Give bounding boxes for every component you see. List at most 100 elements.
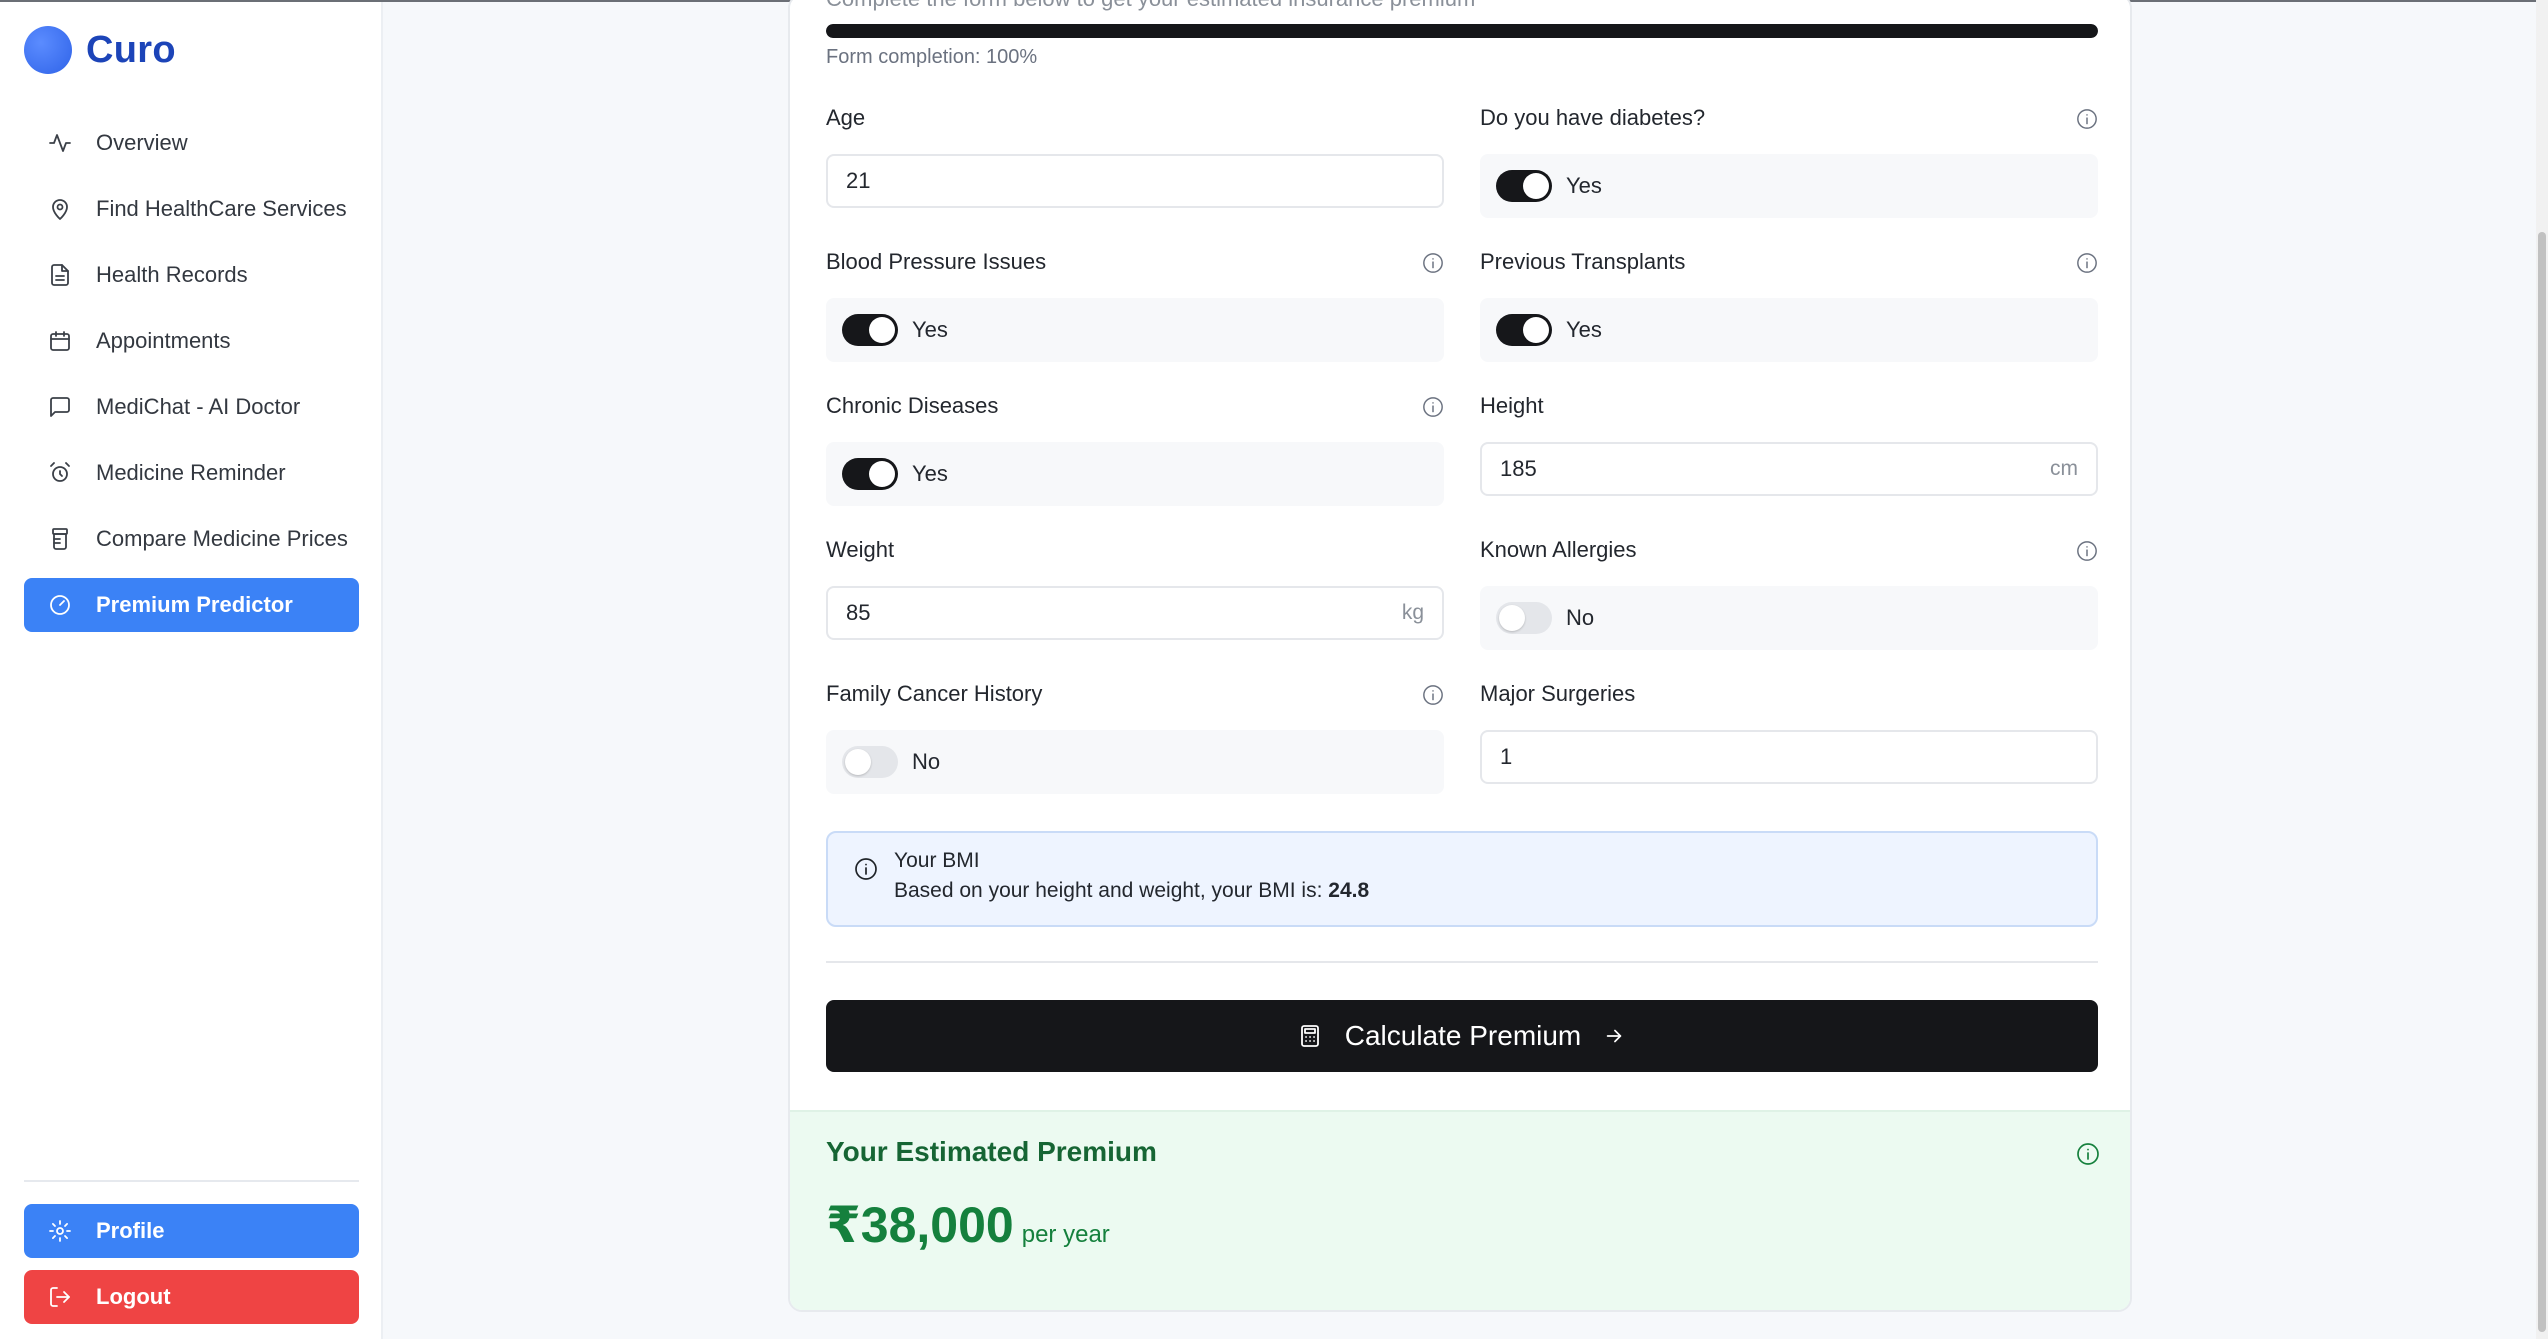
allergies-field: Known Allergies No xyxy=(1480,534,2098,650)
transplants-label: Previous Transplants xyxy=(1480,249,1686,274)
info-icon[interactable] xyxy=(2076,540,2098,562)
premium-period: per year xyxy=(1021,1221,1110,1248)
form-progress-bar xyxy=(826,24,2098,38)
sidebar-item-label: Appointments xyxy=(96,328,231,353)
divider xyxy=(826,961,2098,963)
weight-label: Weight xyxy=(826,537,895,562)
calculator-icon xyxy=(1300,1025,1319,1047)
scrollbar-thumb[interactable] xyxy=(2538,232,2546,1332)
arrow-right-icon xyxy=(1607,1029,1622,1043)
diabetes-field: Do you have diabetes? Yes xyxy=(1480,102,2098,218)
sidebar-item-label: Health Records xyxy=(96,262,248,287)
sidebar-item-medicine-reminder[interactable]: Medicine Reminder xyxy=(24,446,359,500)
bmi-value: 24.8 xyxy=(1328,879,1370,902)
logout-button[interactable]: Logout xyxy=(24,1270,359,1324)
info-icon[interactable] xyxy=(1422,684,1444,706)
info-icon xyxy=(855,858,877,880)
sidebar: Curo Overview Find HealthCare Services H… xyxy=(0,2,383,1339)
sidebar-nav: Overview Find HealthCare Services Health… xyxy=(24,116,359,644)
age-input[interactable]: 21 xyxy=(826,154,1444,208)
allergies-toggle[interactable] xyxy=(1496,602,1552,634)
cancer-history-field: Family Cancer History No xyxy=(826,678,1444,794)
message-square-icon xyxy=(50,397,70,417)
bmi-title: Your BMI xyxy=(894,849,980,872)
allergies-toggle-row: No xyxy=(1480,586,2098,650)
info-icon[interactable] xyxy=(1422,252,1444,274)
height-label: Height xyxy=(1480,393,1544,418)
scrollbar[interactable] xyxy=(2536,0,2548,1339)
bmi-text: Based on your height and weight, your BM… xyxy=(894,879,1369,903)
diabetes-toggle[interactable] xyxy=(1496,170,1552,202)
diabetes-toggle-row: Yes xyxy=(1480,154,2098,218)
profile-label: Profile xyxy=(96,1218,165,1243)
age-field: Age 21 xyxy=(826,102,1444,208)
sidebar-item-premium-predictor[interactable]: Premium Predictor xyxy=(24,578,359,632)
sidebar-item-find-healthcare[interactable]: Find HealthCare Services xyxy=(24,182,359,236)
file-text-icon xyxy=(51,264,69,286)
calculate-premium-button[interactable]: Calculate Premium xyxy=(826,1000,2098,1072)
surgeries-input[interactable]: 1 xyxy=(1480,730,2098,784)
chronic-diseases-state: Yes xyxy=(912,461,948,486)
transplants-toggle[interactable] xyxy=(1496,314,1552,346)
activity-icon xyxy=(49,134,71,152)
logout-label: Logout xyxy=(96,1284,171,1309)
brand[interactable]: Curo xyxy=(24,26,176,74)
weight-field: Weight 85 kg xyxy=(826,534,1444,640)
profile-button[interactable]: Profile xyxy=(24,1204,359,1258)
diabetes-label: Do you have diabetes? xyxy=(1480,105,1706,130)
calculate-premium-label: Calculate Premium xyxy=(1344,1020,1582,1051)
sidebar-item-overview[interactable]: Overview xyxy=(24,116,359,170)
sidebar-item-health-records[interactable]: Health Records xyxy=(24,248,359,302)
allergies-label: Known Allergies xyxy=(1480,537,1637,562)
sidebar-divider xyxy=(24,1180,359,1182)
age-label: Age xyxy=(826,105,866,130)
bmi-description: Based on your height and weight, your BM… xyxy=(894,879,1323,902)
sidebar-item-compare-prices[interactable]: Compare Medicine Prices xyxy=(24,512,359,566)
surgeries-value: 1 xyxy=(1500,744,1513,769)
surgeries-field: Major Surgeries 1 xyxy=(1480,678,2098,784)
logout-icon xyxy=(50,1287,70,1307)
gauge-icon xyxy=(50,595,70,615)
allergies-state: No xyxy=(1566,605,1595,630)
cancer-history-toggle[interactable] xyxy=(842,746,898,778)
premium-result-panel: Your Estimated Premium ₹38,000 per year xyxy=(790,1110,2130,1310)
sidebar-item-appointments[interactable]: Appointments xyxy=(24,314,359,368)
app-name: Curo xyxy=(86,28,176,71)
cancer-history-state: No xyxy=(912,749,941,774)
sidebar-item-label: Overview xyxy=(96,130,188,155)
blood-pressure-field: Blood Pressure Issues Yes xyxy=(826,246,1444,362)
height-unit: cm xyxy=(2050,457,2078,480)
cancer-history-toggle-row: No xyxy=(826,730,1444,794)
progress-text: Form completion: 100% xyxy=(826,46,1038,68)
sidebar-item-label: Medicine Reminder xyxy=(96,460,286,485)
premium-amount-row: ₹38,000 per year xyxy=(826,1196,1110,1254)
height-value: 185 xyxy=(1500,456,1537,481)
blood-pressure-state: Yes xyxy=(912,317,948,342)
gear-icon xyxy=(49,1220,71,1242)
height-field: Height 185 cm xyxy=(1480,390,2098,496)
sidebar-item-label: MediChat - AI Doctor xyxy=(96,394,301,419)
surgeries-label: Major Surgeries xyxy=(1480,681,1636,706)
transplants-toggle-row: Yes xyxy=(1480,298,2098,362)
blood-pressure-toggle-row: Yes xyxy=(826,298,1444,362)
chronic-diseases-toggle[interactable] xyxy=(842,458,898,490)
weight-input[interactable]: 85 kg xyxy=(826,586,1444,640)
premium-form-card: Complete the form below to get your esti… xyxy=(788,0,2132,1312)
map-pin-icon xyxy=(52,199,68,220)
age-value: 21 xyxy=(846,168,871,193)
sidebar-item-label: Compare Medicine Prices xyxy=(96,526,348,551)
height-input[interactable]: 185 cm xyxy=(1480,442,2098,496)
sidebar-item-medichat[interactable]: MediChat - AI Doctor xyxy=(24,380,359,434)
chronic-diseases-toggle-row: Yes xyxy=(826,442,1444,506)
chronic-diseases-label: Chronic Diseases xyxy=(826,393,999,418)
transplants-field: Previous Transplants Yes xyxy=(1480,246,2098,362)
form-subtitle: Complete the form below to get your esti… xyxy=(826,0,1475,12)
weight-unit: kg xyxy=(1401,601,1424,624)
logo-icon xyxy=(24,26,72,74)
info-icon[interactable] xyxy=(2076,1142,2100,1166)
info-icon[interactable] xyxy=(2076,108,2098,130)
info-icon[interactable] xyxy=(1422,396,1444,418)
blood-pressure-toggle[interactable] xyxy=(842,314,898,346)
info-icon[interactable] xyxy=(2076,252,2098,274)
pill-bottle-icon xyxy=(52,528,68,550)
